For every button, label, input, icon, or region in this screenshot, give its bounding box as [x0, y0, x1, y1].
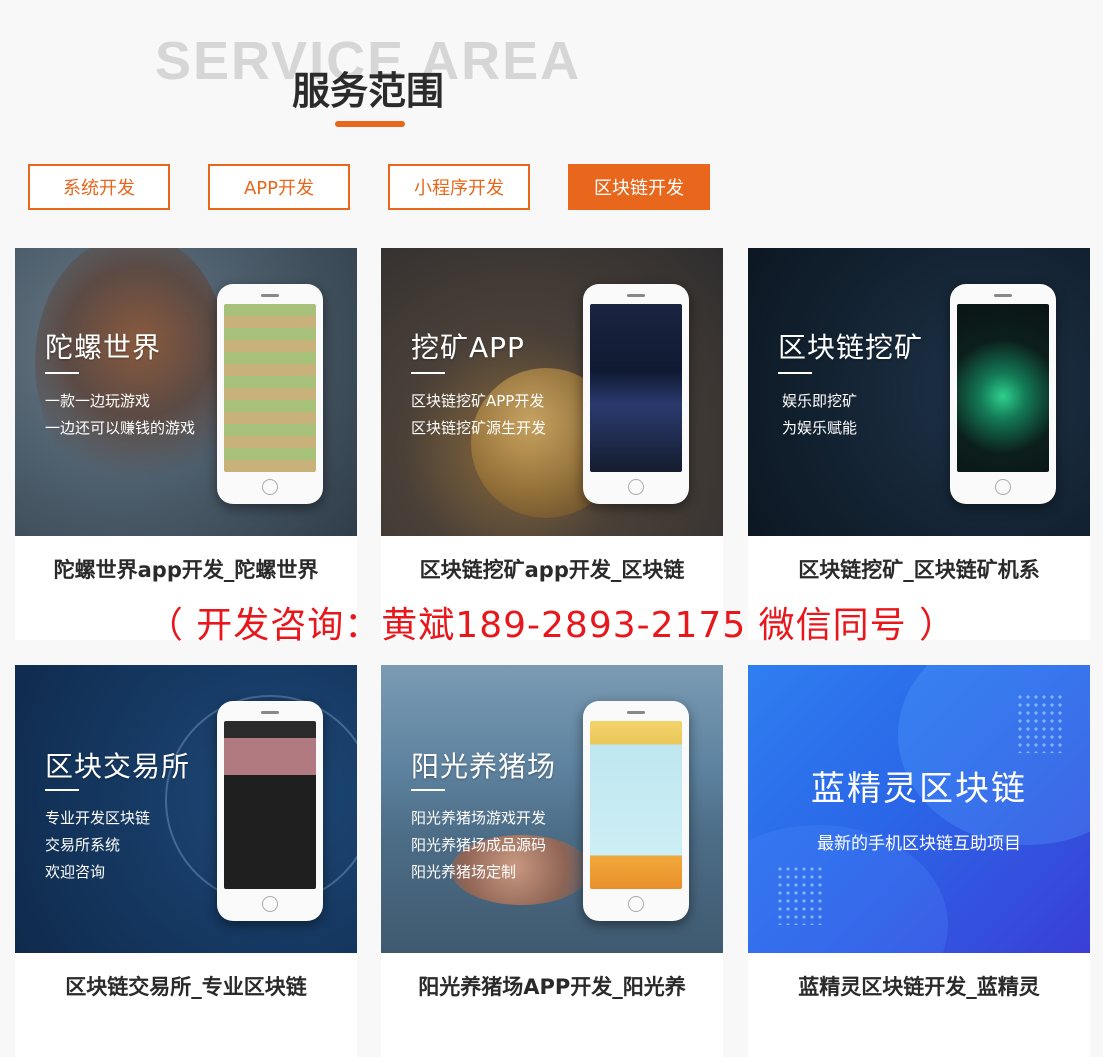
thumb-line: 娱乐即挖矿 — [782, 392, 858, 410]
phone-speaker — [627, 711, 645, 714]
consult-banner: （ 开发咨询：黄斌189-2893-2175 微信同号 ） — [146, 605, 957, 646]
thumb-line: 区块链挖矿源生开发 — [411, 419, 547, 437]
card-mining-app[interactable]: 挖矿APP 区块链挖矿APP开发 区块链挖矿源生开发 区块链挖矿app开发_区块… — [381, 248, 723, 640]
phone-speaker — [261, 294, 279, 297]
card-caption[interactable]: 区块链交易所_专业区块链 — [15, 953, 357, 1057]
tab-app-dev[interactable]: APP开发 — [208, 164, 350, 210]
thumb-title: 区块交易所 — [45, 750, 191, 783]
card-thumbnail[interactable]: 陀螺世界 一款一边玩游戏 一边还可以赚钱的游戏 — [15, 248, 357, 536]
phone-mockup — [583, 284, 689, 504]
phone-speaker — [627, 294, 645, 297]
thumb-rule — [778, 372, 812, 374]
thumb-lines: 一款一边玩游戏 一边还可以赚钱的游戏 — [45, 388, 195, 442]
thumb-rule — [45, 372, 79, 374]
tab-blockchain-dev[interactable]: 区块链开发 — [568, 164, 710, 210]
phone-home-button — [262, 896, 278, 912]
tab-mini-program-dev[interactable]: 小程序开发 — [388, 164, 530, 210]
thumb-line: 欢迎咨询 — [45, 863, 106, 881]
phone-screen — [957, 304, 1049, 472]
thumb-line: 一边还可以赚钱的游戏 — [45, 419, 196, 437]
card-smurf-blockchain[interactable]: 蓝精灵区块链 最新的手机区块链互助项目 蓝精灵区块链开发_蓝精灵 — [748, 665, 1090, 1057]
thumb-line: 一款一边玩游戏 — [45, 392, 151, 410]
phone-screen — [590, 721, 682, 889]
card-sunshine-pig-farm[interactable]: 阳光养猪场 阳光养猪场游戏开发 阳光养猪场成品源码 阳光养猪场定制 阳光养猪场A… — [381, 665, 723, 1057]
thumb-subtitle: 最新的手机区块链互助项目 — [817, 834, 1021, 854]
thumb-title: 阳光养猪场 — [411, 750, 557, 783]
card-caption[interactable]: 阳光养猪场APP开发_阳光养 — [381, 953, 723, 1057]
thumb-rule — [411, 372, 445, 374]
phone-mockup — [950, 284, 1056, 504]
card-blockchain-mining[interactable]: 区块链挖矿 娱乐即挖矿 为娱乐赋能 区块链挖矿_区块链矿机系 — [748, 248, 1090, 640]
card-caption[interactable]: 蓝精灵区块链开发_蓝精灵 — [748, 953, 1090, 1057]
wave-shape — [898, 665, 1090, 845]
phone-screen — [224, 721, 316, 889]
thumb-line: 区块链挖矿APP开发 — [411, 392, 545, 410]
dot-grid-graphic — [776, 865, 824, 925]
thumb-title: 挖矿APP — [411, 331, 525, 364]
phone-screen — [590, 304, 682, 472]
thumb-title: 陀螺世界 — [45, 331, 162, 364]
phone-speaker — [261, 711, 279, 714]
phone-mockup — [217, 701, 323, 921]
phone-home-button — [262, 479, 278, 495]
thumb-line: 阳光养猪场成品源码 — [411, 836, 547, 854]
phone-home-button — [995, 479, 1011, 495]
thumb-rule — [45, 789, 79, 791]
thumb-lines: 娱乐即挖矿 为娱乐赋能 — [782, 388, 857, 442]
card-thumbnail[interactable]: 区块链挖矿 娱乐即挖矿 为娱乐赋能 — [748, 248, 1090, 536]
phone-mockup — [583, 701, 689, 921]
phone-screen — [224, 304, 316, 472]
thumb-lines: 区块链挖矿APP开发 区块链挖矿源生开发 — [411, 388, 546, 442]
thumb-line: 专业开发区块链 — [45, 809, 151, 827]
thumb-line: 阳光养猪场定制 — [411, 863, 517, 881]
phone-speaker — [994, 294, 1012, 297]
tab-system-dev[interactable]: 系统开发 — [28, 164, 170, 210]
thumb-lines: 阳光养猪场游戏开发 阳光养猪场成品源码 阳光养猪场定制 — [411, 805, 546, 886]
card-thumbnail[interactable]: 蓝精灵区块链 最新的手机区块链互助项目 — [748, 665, 1090, 953]
thumb-title: 蓝精灵区块链 — [811, 769, 1027, 809]
thumb-line: 为娱乐赋能 — [782, 419, 858, 437]
card-blockchain-exchange[interactable]: 区块交易所 专业开发区块链 交易所系统 欢迎咨询 区块链交易所_专业区块链 — [15, 665, 357, 1057]
phone-home-button — [628, 896, 644, 912]
thumb-rule — [411, 789, 445, 791]
card-thumbnail[interactable]: 挖矿APP 区块链挖矿APP开发 区块链挖矿源生开发 — [381, 248, 723, 536]
section-title: 服务范围 — [292, 69, 445, 113]
title-underline — [335, 121, 405, 127]
thumb-line: 阳光养猪场游戏开发 — [411, 809, 547, 827]
phone-mockup — [217, 284, 323, 504]
dot-grid-graphic — [1016, 693, 1064, 753]
phone-home-button — [628, 479, 644, 495]
card-thumbnail[interactable]: 阳光养猪场 阳光养猪场游戏开发 阳光养猪场成品源码 阳光养猪场定制 — [381, 665, 723, 953]
card-tuoluo-world[interactable]: 陀螺世界 一款一边玩游戏 一边还可以赚钱的游戏 陀螺世界app开发_陀螺世界 — [15, 248, 357, 640]
thumb-line: 交易所系统 — [45, 836, 121, 854]
thumb-lines: 专业开发区块链 交易所系统 欢迎咨询 — [45, 805, 150, 886]
card-thumbnail[interactable]: 区块交易所 专业开发区块链 交易所系统 欢迎咨询 — [15, 665, 357, 953]
thumb-title: 区块链挖矿 — [778, 331, 924, 364]
